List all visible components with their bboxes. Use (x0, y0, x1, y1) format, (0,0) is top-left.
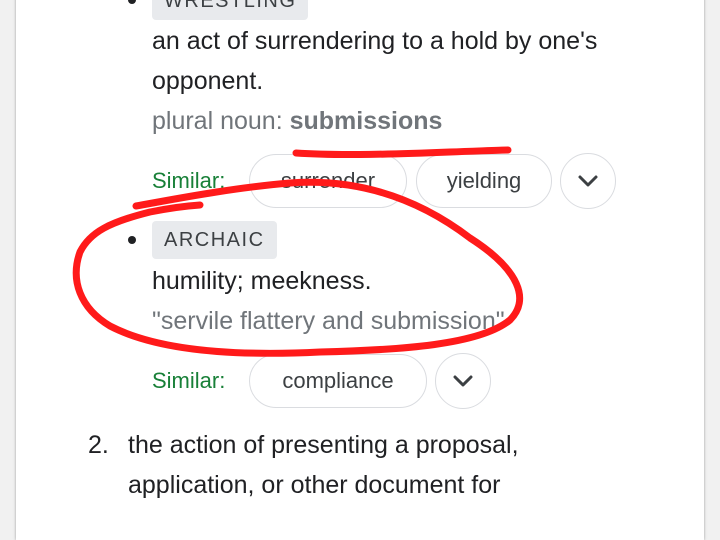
expand-similar-button[interactable] (560, 153, 616, 209)
bullet (128, 236, 136, 244)
definition-2-line1: the action of presenting a proposal, (128, 431, 519, 459)
definition-archaic: humility; meekness. (152, 267, 372, 295)
definition-2-line2: application, or other document for (128, 471, 501, 499)
similar-label: Similar: (152, 368, 226, 393)
label-wrestling: WRESTLING (152, 0, 309, 20)
similar-chip-compliance[interactable]: compliance (249, 354, 427, 408)
plural-noun-word: submissions (289, 107, 443, 135)
similar-chip-surrender[interactable]: surrender (249, 154, 407, 208)
chevron-down-icon (578, 175, 598, 187)
sense-number: 2. (88, 431, 109, 459)
plural-noun-line: plural noun: submissions (152, 101, 442, 141)
definition-wrestling-line1: an act of surrendering to a hold by one'… (152, 27, 598, 55)
expand-similar-button[interactable] (435, 353, 491, 409)
plural-noun-label: plural noun: (152, 107, 290, 135)
similar-chip-yielding[interactable]: yielding (416, 154, 552, 208)
similar-label: Similar: (152, 168, 226, 193)
label-archaic: ARCHAIC (152, 221, 277, 259)
example-archaic: "servile flattery and submission" (152, 307, 505, 335)
chevron-down-icon (453, 375, 473, 387)
definition-wrestling-line2: opponent. (152, 67, 264, 95)
